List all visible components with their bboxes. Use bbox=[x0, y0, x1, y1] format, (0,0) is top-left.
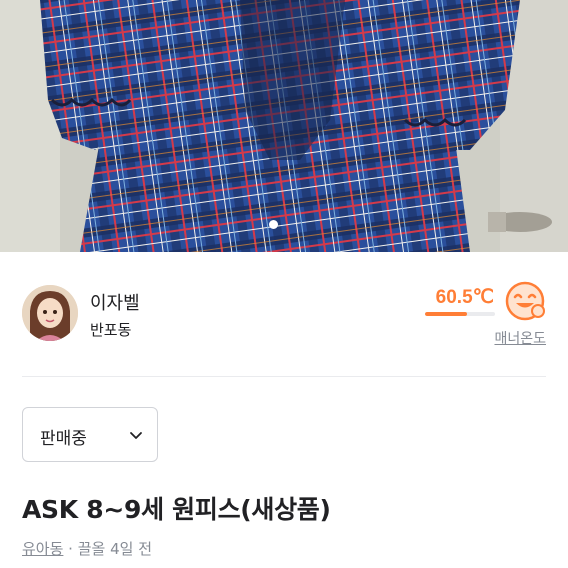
avatar-image bbox=[22, 285, 78, 341]
smiling-face-icon bbox=[504, 280, 546, 322]
seller-profile[interactable]: 이자벨 반포동 60.5℃ 매너온도 bbox=[0, 252, 568, 377]
product-photo[interactable] bbox=[0, 0, 568, 252]
listing-meta: 유아동 · 끌올 4일 전 bbox=[22, 538, 152, 559]
chevron-down-icon bbox=[129, 428, 143, 447]
meta-separator: · bbox=[63, 540, 78, 558]
plaid-dress-photo bbox=[0, 0, 568, 252]
listing-title: ASK 8~9세 원피스(새상품) bbox=[22, 495, 331, 524]
manner-temperature: 60.5℃ bbox=[435, 287, 494, 308]
pager-dot-active[interactable] bbox=[269, 220, 278, 229]
sale-status-dropdown[interactable]: 판매중 bbox=[22, 407, 158, 462]
category-link[interactable]: 유아동 bbox=[22, 540, 63, 558]
seller-nickname[interactable]: 이자벨 bbox=[90, 289, 140, 315]
avatar[interactable] bbox=[22, 285, 78, 341]
sale-status-value: 판매중 bbox=[40, 429, 87, 449]
bump-time: 끌올 4일 전 bbox=[77, 540, 152, 558]
seller-location: 반포동 bbox=[90, 321, 132, 339]
manner-temperature-bar bbox=[425, 312, 495, 316]
manner-temperature-fill bbox=[425, 312, 468, 316]
section-divider bbox=[22, 376, 546, 377]
manner-temperature-link[interactable]: 매너온도 bbox=[494, 328, 546, 348]
